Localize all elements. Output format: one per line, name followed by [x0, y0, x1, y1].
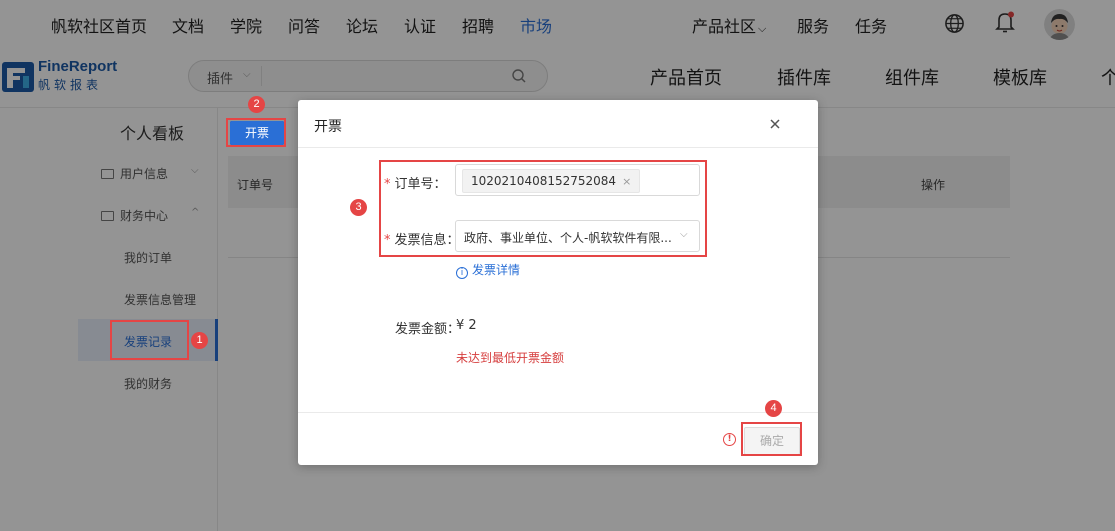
close-icon[interactable] — [768, 117, 782, 131]
annotation-box-1 — [110, 320, 189, 360]
dialog-header-divider — [298, 147, 818, 148]
warning-icon: ! — [723, 433, 736, 446]
annotation-badge-3: 3 — [350, 199, 367, 216]
amount-value: ¥ 2 — [456, 318, 477, 333]
amount-label: 发票金额： — [395, 322, 461, 337]
annotation-badge-4: 4 — [765, 400, 782, 417]
info-icon: i — [456, 267, 468, 279]
annotation-box-4 — [741, 422, 802, 456]
invoice-detail-link-text: 发票详情 — [472, 263, 521, 277]
annotation-box-3 — [379, 160, 707, 257]
invoice-button-highlight[interactable]: 开票 — [230, 121, 284, 145]
annotation-badge-2: 2 — [248, 96, 265, 113]
invoice-detail-link[interactable]: i 发票详情 — [456, 261, 520, 279]
dialog-footer-divider — [298, 412, 818, 413]
dialog-title: 开票 — [314, 119, 342, 135]
invoice-dialog: 开票 * 订单号： 1020210408152752084 × * 发票信息： 政府、… — [298, 100, 818, 465]
annotation-badge-1: 1 — [191, 332, 208, 349]
minimum-amount-warning: 未达到最低开票金额 — [456, 351, 565, 365]
